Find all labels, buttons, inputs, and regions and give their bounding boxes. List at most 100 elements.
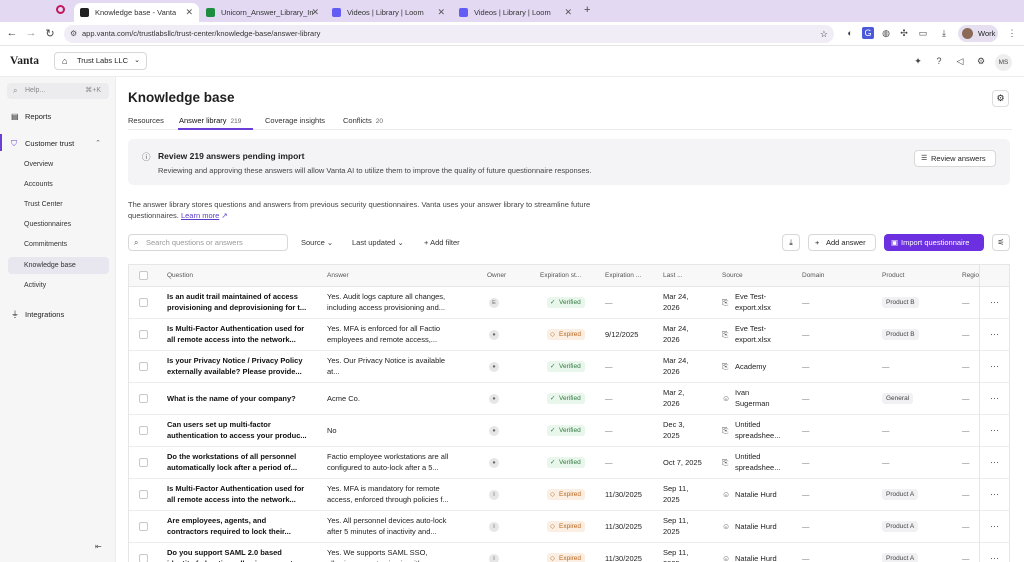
owner-avatar[interactable]: I — [489, 522, 499, 532]
browser-tab-unicorn[interactable]: Unicorn_Answer_Library_Imp ✕ — [200, 3, 325, 22]
browser-tab-loom-2[interactable]: Videos | Library | Loom ✕ — [453, 3, 578, 22]
browser-tab-knowledge-base[interactable]: Knowledge base - Vanta ✕ — [74, 3, 199, 22]
row-checkbox[interactable] — [139, 490, 148, 499]
column-header-answer[interactable]: Answer — [327, 265, 477, 287]
new-tab-button[interactable]: + — [584, 4, 590, 16]
download-icon[interactable]: ⤓ — [938, 27, 950, 39]
add-filter-button[interactable]: + Add filter — [424, 234, 460, 251]
reload-icon[interactable]: ↻ — [43, 27, 57, 40]
download-icon[interactable]: ⤓ — [782, 234, 800, 251]
column-header-domain[interactable]: Domain — [802, 265, 872, 287]
owner-user-icon[interactable]: ● — [489, 394, 499, 404]
row-more-icon[interactable]: ⋯ — [990, 393, 999, 404]
profile-chip[interactable]: Work — [958, 25, 998, 42]
extensions-puzzle-icon[interactable]: ✣ — [898, 27, 910, 39]
help-circle-icon[interactable]: ? — [933, 56, 945, 66]
source-filter[interactable]: Source ⌄ — [301, 234, 333, 251]
tab-answer-library[interactable]: Answer library 219 — [179, 116, 241, 125]
browser-menu-icon[interactable] — [56, 5, 65, 14]
forward-arrow-icon[interactable]: → — [24, 27, 38, 39]
row-more-icon[interactable]: ⋯ — [990, 457, 999, 468]
sidebar-item-customer-trust[interactable]: ⛉ Customer trust ⌃ — [7, 135, 109, 152]
source-text[interactable]: Natalie Hurd — [735, 554, 797, 562]
settings-gear-icon[interactable]: ⚙ — [975, 56, 987, 67]
source-text[interactable]: Ivan Sugerman — [735, 388, 797, 409]
table-row[interactable]: Is Multi-Factor Authentication used for a… — [129, 479, 1009, 511]
extension-icon[interactable]: G — [862, 27, 874, 39]
column-header-question[interactable]: Question — [167, 265, 317, 287]
close-tab-icon[interactable]: ✕ — [185, 7, 193, 18]
row-checkbox[interactable] — [139, 298, 148, 307]
address-bar[interactable]: ⚙ app.vanta.com/c/trustlabsllc/trust-cen… — [64, 25, 834, 43]
last-updated-filter[interactable]: Last updated ⌄ — [352, 234, 404, 251]
user-avatar[interactable]: MS — [995, 54, 1012, 71]
search-input[interactable]: ⌕ Search questions or answers — [128, 234, 288, 251]
table-row[interactable]: What is the name of your company? Acme Co… — [129, 383, 1009, 415]
row-more-icon[interactable]: ⋯ — [990, 329, 999, 340]
settings-gear-icon[interactable]: ⚙ — [992, 90, 1009, 107]
source-text[interactable]: Eve Test-export.xlsx — [735, 324, 797, 345]
tab-coverage-insights[interactable]: Coverage insights — [265, 116, 325, 125]
announcement-megaphone-icon[interactable]: ◁ — [954, 56, 966, 67]
extension-icon[interactable]: ◍ — [880, 27, 892, 39]
table-row[interactable]: Is your Privacy Notice / Privacy Policy e… — [129, 351, 1009, 383]
close-tab-icon[interactable]: ✕ — [564, 7, 572, 18]
ai-sparkle-icon[interactable]: ✦ — [912, 56, 924, 67]
row-checkbox[interactable] — [139, 426, 148, 435]
source-text[interactable]: Eve Test-export.xlsx — [735, 292, 797, 313]
sidebar-item-questionnaires[interactable]: Questionnaires — [8, 216, 109, 233]
extension-icon[interactable]: ◐ — [844, 27, 856, 39]
owner-avatar[interactable]: I — [489, 554, 499, 562]
help-search-input[interactable]: ⌕ Help... ⌘+K — [7, 83, 109, 99]
sidebar-item-accounts[interactable]: Accounts — [8, 176, 109, 193]
row-more-icon[interactable]: ⋯ — [990, 553, 999, 562]
back-arrow-icon[interactable]: ← — [5, 27, 19, 39]
row-more-icon[interactable]: ⋯ — [990, 521, 999, 532]
sidebar-item-knowledge-base[interactable]: Knowledge base — [8, 257, 109, 274]
column-header-owner[interactable]: Owner — [487, 265, 537, 287]
sidebar-item-commitments[interactable]: Commitments — [8, 236, 109, 253]
row-checkbox[interactable] — [139, 362, 148, 371]
import-questionnaire-button[interactable]: ▣ Import questionnaire — [884, 234, 984, 251]
bookmark-star-icon[interactable]: ☆ — [820, 25, 828, 43]
org-switcher[interactable]: ⌂ Trust Labs LLC ⌄ — [54, 52, 147, 70]
row-checkbox[interactable] — [139, 522, 148, 531]
column-header-region[interactable]: Regio — [962, 265, 979, 287]
source-text[interactable]: Untitled spreadshee... — [735, 420, 797, 441]
tab-search-icon[interactable]: ▭ — [917, 27, 929, 39]
source-text[interactable]: Untitled spreadshee... — [735, 452, 797, 473]
table-row[interactable]: Do the workstations of all personnel auto… — [129, 447, 1009, 479]
sidebar-item-integrations[interactable]: ⏚ Integrations — [7, 306, 109, 323]
browser-tab-loom-1[interactable]: Videos | Library | Loom ✕ — [326, 3, 451, 22]
select-all-checkbox[interactable] — [139, 271, 148, 280]
owner-user-icon[interactable]: ● — [489, 458, 499, 468]
row-more-icon[interactable]: ⋯ — [990, 297, 999, 308]
source-text[interactable]: Academy — [735, 362, 797, 373]
column-settings-icon[interactable]: ⚟ — [992, 234, 1010, 251]
add-answer-button[interactable]: + Add answer — [808, 234, 876, 251]
source-text[interactable]: Natalie Hurd — [735, 522, 797, 533]
row-more-icon[interactable]: ⋯ — [990, 425, 999, 436]
column-header-product[interactable]: Product — [882, 265, 952, 287]
column-header-expiration-status[interactable]: Expiration st... — [540, 265, 592, 287]
tab-conflicts[interactable]: Conflicts 20 — [343, 116, 383, 125]
table-row[interactable]: Do you support SAML 2.0 based identity fe… — [129, 543, 1009, 562]
sidebar-item-trust-center[interactable]: Trust Center — [8, 196, 109, 213]
owner-user-icon[interactable]: ● — [489, 330, 499, 340]
owner-avatar[interactable]: I — [489, 490, 499, 500]
row-more-icon[interactable]: ⋯ — [990, 361, 999, 372]
browser-menu-kebab-icon[interactable]: ⋮ — [1006, 27, 1018, 39]
sidebar-item-reports[interactable]: ▤ Reports — [7, 108, 109, 125]
vanta-logo[interactable]: Vanta — [10, 55, 39, 67]
row-more-icon[interactable]: ⋯ — [990, 489, 999, 500]
owner-avatar[interactable]: E — [489, 298, 499, 308]
learn-more-link[interactable]: Learn more — [181, 211, 219, 220]
collapse-sidebar-icon[interactable]: ⇤ — [95, 542, 102, 551]
close-tab-icon[interactable]: ✕ — [437, 7, 445, 18]
row-checkbox[interactable] — [139, 554, 148, 562]
sidebar-item-overview[interactable]: Overview — [8, 156, 109, 173]
row-checkbox[interactable] — [139, 330, 148, 339]
tab-resources[interactable]: Resources — [128, 116, 164, 125]
column-header-source[interactable]: Source — [722, 265, 792, 287]
column-header-last-updated[interactable]: Last ... — [663, 265, 713, 287]
